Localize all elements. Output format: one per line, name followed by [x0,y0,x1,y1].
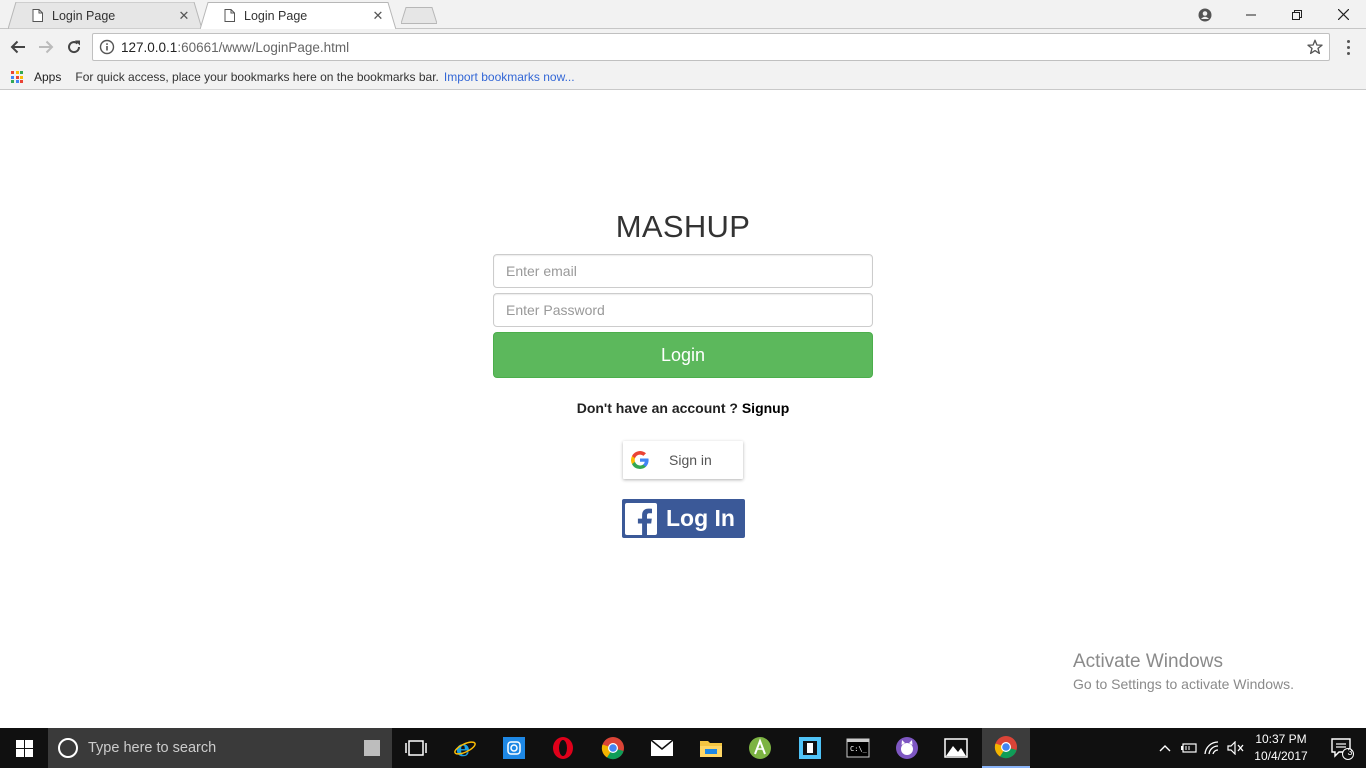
wifi-icon[interactable] [1203,728,1223,768]
apps-link[interactable]: Apps [34,70,61,84]
taskbar-clock[interactable]: 10:37 PM 10/4/2017 [1245,731,1317,765]
facebook-login-button[interactable]: Log In [622,499,745,538]
google-sign-in-label: Sign in [669,452,712,468]
clock-time: 10:37 PM [1255,732,1307,746]
close-tab-icon[interactable]: ✕ [174,6,194,26]
url-host: 127.0.0.1 [121,39,178,55]
app-icon[interactable] [786,728,834,768]
bookmarks-bar: Apps For quick access, place your bookma… [0,65,1366,90]
clock-date: 10/4/2017 [1254,749,1308,763]
search-placeholder: Type here to search [88,740,217,756]
tab-title: Login Page [52,8,116,23]
battery-icon[interactable] [1179,728,1199,768]
window-controls [1182,0,1366,29]
notification-count: 3 [1347,747,1353,757]
chrome-active-icon[interactable] [982,728,1030,768]
cortana-icon [58,738,78,758]
chrome-icon[interactable] [589,728,637,768]
close-tab-icon[interactable]: ✕ [368,6,388,26]
apps-grid-icon[interactable] [11,71,23,83]
url-path: :60661/www/LoginPage.html [177,39,350,55]
tab-title: Login Page [244,8,308,23]
page-title: MASHUP [615,209,751,244]
new-tab-button[interactable] [401,7,437,24]
windows-start-icon[interactable] [0,728,48,768]
login-button[interactable]: Login [493,332,873,378]
watermark-title: Activate Windows [1073,651,1223,672]
browser-toolbar: 127.0.0.1:60661/www/LoginPage.html [0,29,1366,65]
profile-icon[interactable] [1182,0,1228,29]
facebook-login-label: Log In [666,505,735,531]
tab-login-page-2[interactable]: Login Page ✕ [200,2,396,29]
browser-menu-icon[interactable] [1340,36,1356,58]
tab-login-page-1[interactable]: Login Page ✕ [8,2,202,29]
page-icon [32,9,43,22]
command-prompt-icon[interactable]: C:\_ [834,728,882,768]
file-explorer-icon[interactable] [687,728,735,768]
internet-explorer-icon[interactable]: e [441,728,489,768]
google-logo-icon [631,451,649,469]
signup-prompt: Don't have an account ? [576,400,738,416]
windows-taskbar: Type here to search e C:\_ 10:37 PM 10/4… [0,728,1366,768]
email-field[interactable] [493,254,873,288]
task-view-icon[interactable] [392,728,440,768]
opera-icon[interactable] [539,728,587,768]
bookmark-star-icon[interactable] [1307,39,1323,55]
taskbar-search-box[interactable]: Type here to search [48,728,392,768]
login-page: MASHUP Login Don't have an account ? Sig… [0,91,1366,728]
facebook-logo-icon [625,502,657,536]
mail-icon[interactable] [638,728,686,768]
tab-strip: Login Page ✕ Login Page ✕ [0,0,1366,29]
activate-windows-watermark: Activate Windows Go to Settings to activ… [1073,651,1294,692]
bookmarks-hint: For quick access, place your bookmarks h… [75,70,439,84]
microphone-icon[interactable] [364,740,380,756]
volume-muted-icon[interactable] [1226,728,1246,768]
instagram-icon[interactable] [490,728,538,768]
watermark-subtitle: Go to Settings to activate Windows. [1073,676,1294,692]
chevron-up-icon[interactable] [1155,728,1175,768]
google-sign-in-button[interactable]: Sign in [623,441,743,479]
address-bar[interactable]: 127.0.0.1:60661/www/LoginPage.html [92,33,1330,61]
back-arrow-icon[interactable] [6,35,30,59]
page-icon [224,9,235,22]
action-center-icon[interactable]: 3 [1318,728,1366,768]
close-window-button[interactable] [1320,0,1366,29]
import-bookmarks-link[interactable]: Import bookmarks now... [444,70,575,84]
info-icon[interactable] [99,39,115,55]
svg-text:C:\_: C:\_ [850,745,868,753]
reload-icon[interactable] [62,35,86,59]
signup-link[interactable]: Signup [742,400,789,416]
android-studio-icon[interactable] [736,728,784,768]
github-icon[interactable] [883,728,931,768]
signup-prompt-line: Don't have an account ? Signup [0,400,1366,416]
forward-arrow-icon[interactable] [34,35,58,59]
photos-icon[interactable] [932,728,980,768]
minimize-button[interactable] [1228,0,1274,29]
restore-button[interactable] [1274,0,1320,29]
password-field[interactable] [493,293,873,327]
